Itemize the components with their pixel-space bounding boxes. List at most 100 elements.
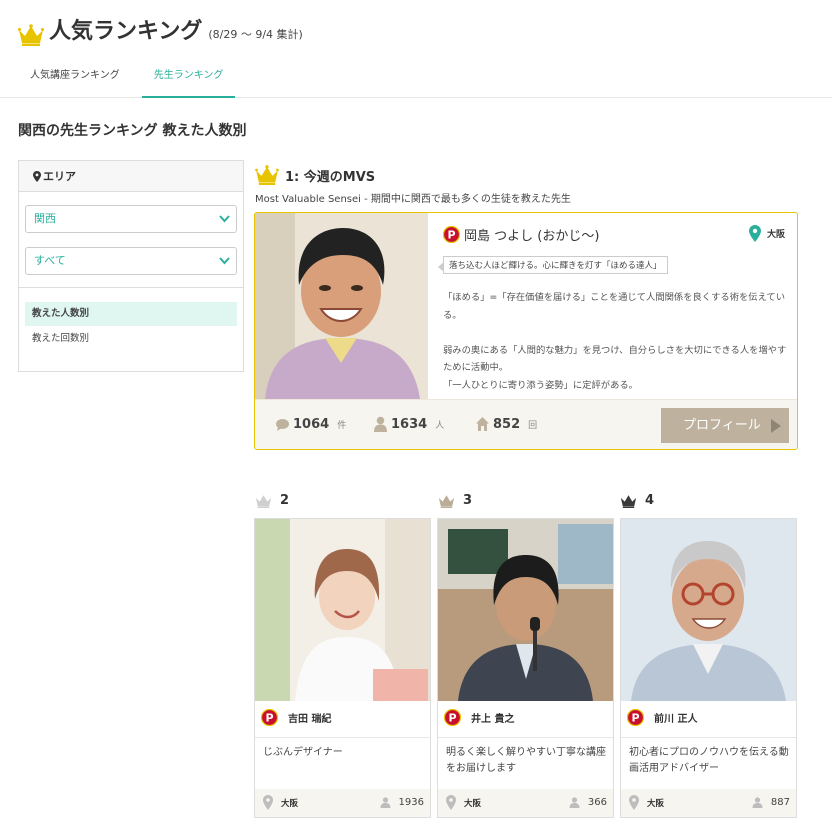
p-badge-icon: P <box>261 709 278 726</box>
profile-button-label: プロフィール <box>683 418 761 433</box>
rank-card-footer: 大阪 366 <box>438 789 613 817</box>
area-label: エリア <box>43 170 76 183</box>
student-count: 887 <box>752 797 790 808</box>
tab-course-ranking[interactable]: 人気講座ランキング <box>18 60 132 98</box>
location-label: 大阪 <box>464 798 482 809</box>
crown-icon <box>18 24 44 46</box>
filter-classes-taught[interactable]: 教えた回数別 <box>25 327 237 351</box>
crown-icon <box>255 494 272 508</box>
user-icon <box>569 797 580 808</box>
city-select[interactable]: すべて <box>25 247 237 275</box>
teacher-name[interactable]: 吉田 瑞紀 <box>288 710 331 725</box>
section-heading: 関西の先生ランキング 教えた人数別 <box>18 123 247 139</box>
user-icon <box>752 797 763 808</box>
rank-card-footer: 大阪 887 <box>621 789 796 817</box>
review-count: 1064 件 <box>275 416 346 432</box>
card-divider <box>255 737 430 738</box>
mvs-name-row: P 岡島 つよし (おかじ〜) <box>443 225 599 244</box>
p-badge-icon: P <box>443 226 460 243</box>
rank-4-heading: 4 <box>620 493 654 508</box>
rank-3-heading: 3 <box>438 493 472 508</box>
p-badge-icon: P <box>627 709 644 726</box>
mvs-heading-row: 1: 今週のMVS <box>255 165 375 185</box>
svg-text:P: P <box>265 712 273 725</box>
description-line: 「ほめる」=「存在価値を届ける」ことを通じて人間関係を良くする術を伝えている。 <box>443 292 786 321</box>
teacher-location: 大阪 <box>748 225 785 242</box>
map-pin-icon <box>33 170 41 182</box>
user-icon <box>380 797 391 808</box>
teacher-location: 大阪 <box>446 795 481 810</box>
tab-teacher-ranking[interactable]: 先生ランキング <box>141 60 236 98</box>
chevron-down-icon <box>219 257 230 265</box>
map-pin-icon <box>748 225 761 242</box>
card-divider <box>438 737 613 738</box>
description-line: 弱みの奥にある「人間的な魅力」を見つけ、自分らしさを大切にできる人を増やすために… <box>443 344 787 374</box>
sidebar-header: エリア <box>19 161 243 192</box>
student-count-value: 1936 <box>398 797 424 808</box>
rank-card[interactable]: P 吉田 瑞紀 じぶんデザイナー 大阪 1936 <box>254 518 431 818</box>
teacher-location: 大阪 <box>629 795 664 810</box>
map-pin-icon <box>629 795 639 810</box>
student-count-value: 366 <box>587 797 607 808</box>
teacher-photo[interactable] <box>438 519 613 701</box>
mvs-stats-bar: 1064 件 1634 人 852 回 プロフィール <box>255 399 797 449</box>
rank-card[interactable]: P 前川 正人 初心者にプロのノウハウを伝える動画活用アドバイザー 大阪 887 <box>620 518 797 818</box>
rank-name-row: P 井上 貴之 <box>444 709 514 726</box>
student-count: 1634 人 <box>373 416 444 432</box>
teacher-photo[interactable] <box>255 213 428 399</box>
crown-icon <box>255 165 279 185</box>
class-count-value: 852 <box>493 416 521 432</box>
rank-name-row: P 前川 正人 <box>627 709 697 726</box>
svg-text:P: P <box>447 229 455 242</box>
rank-number: 3 <box>463 493 473 508</box>
p-badge-icon: P <box>444 709 461 726</box>
chat-bubble-icon <box>276 419 289 431</box>
teacher-tagline: 落ち込む人ほど輝ける。心に輝きを灯す「ほめる達人」 <box>438 256 668 274</box>
map-pin-icon <box>446 795 456 810</box>
teacher-name[interactable]: 岡島 つよし (おかじ〜) <box>464 225 599 244</box>
play-arrow-icon <box>771 419 781 433</box>
rank-card-footer: 大阪 1936 <box>255 789 430 817</box>
map-pin-icon <box>263 795 273 810</box>
review-count-unit: 件 <box>337 420 347 431</box>
svg-text:P: P <box>631 712 639 725</box>
student-count: 366 <box>569 797 607 808</box>
user-icon <box>374 416 387 432</box>
profile-button[interactable]: プロフィール <box>661 408 789 443</box>
page-title: 人気ランキング <box>49 19 203 44</box>
student-count: 1936 <box>380 797 424 808</box>
description-line: 「一人ひとりに寄り添う姿勢」に定評がある。 <box>443 379 638 391</box>
teacher-name[interactable]: 井上 貴之 <box>471 710 514 725</box>
mvs-card[interactable]: P 岡島 つよし (おかじ〜) 大阪 落ち込む人ほど輝ける。心に輝きを灯す「ほめ… <box>254 212 798 450</box>
rank-number: 4 <box>645 493 655 508</box>
sidebar-divider <box>19 287 243 288</box>
mvs-title: 1: 今週のMVS <box>285 169 376 185</box>
region-select-value: 関西 <box>34 212 56 225</box>
teacher-name[interactable]: 前川 正人 <box>654 710 697 725</box>
class-count-unit: 回 <box>528 420 538 431</box>
location-label: 大阪 <box>647 798 665 809</box>
location-label: 大阪 <box>281 798 299 809</box>
card-divider <box>621 737 796 738</box>
teacher-description: 「ほめる」=「存在価値を届ける」ことを通じて人間関係を良くする術を伝えている。 … <box>443 289 788 394</box>
teacher-photo[interactable] <box>621 519 796 701</box>
class-count: 852 回 <box>475 416 537 432</box>
student-count-value: 887 <box>770 797 790 808</box>
rank-number: 2 <box>280 493 290 508</box>
location-label: 大阪 <box>766 230 785 240</box>
teacher-photo[interactable] <box>255 519 430 701</box>
student-count-unit: 人 <box>435 420 445 431</box>
title-row: 人気ランキング (8/29 〜 9/4 集計) <box>18 18 303 46</box>
crown-icon <box>438 494 455 508</box>
filter-students-taught[interactable]: 教えた人数別 <box>25 302 237 326</box>
ranking-tabs: 人気講座ランキング 先生ランキング <box>18 60 245 98</box>
mvs-subheading: Most Valuable Sensei - 期間中に関西で最も多くの生徒を教え… <box>255 194 571 205</box>
rank-name-row: P 吉田 瑞紀 <box>261 709 331 726</box>
city-select-value: すべて <box>34 254 66 267</box>
student-count-value: 1634 <box>391 416 428 432</box>
rank-card[interactable]: P 井上 貴之 明るく楽しく解りやすい丁寧な講座をお届けします 大阪 366 <box>437 518 614 818</box>
rank-2-heading: 2 <box>255 493 289 508</box>
review-count-value: 1064 <box>293 416 330 432</box>
house-icon <box>476 417 489 431</box>
region-select[interactable]: 関西 <box>25 205 237 233</box>
